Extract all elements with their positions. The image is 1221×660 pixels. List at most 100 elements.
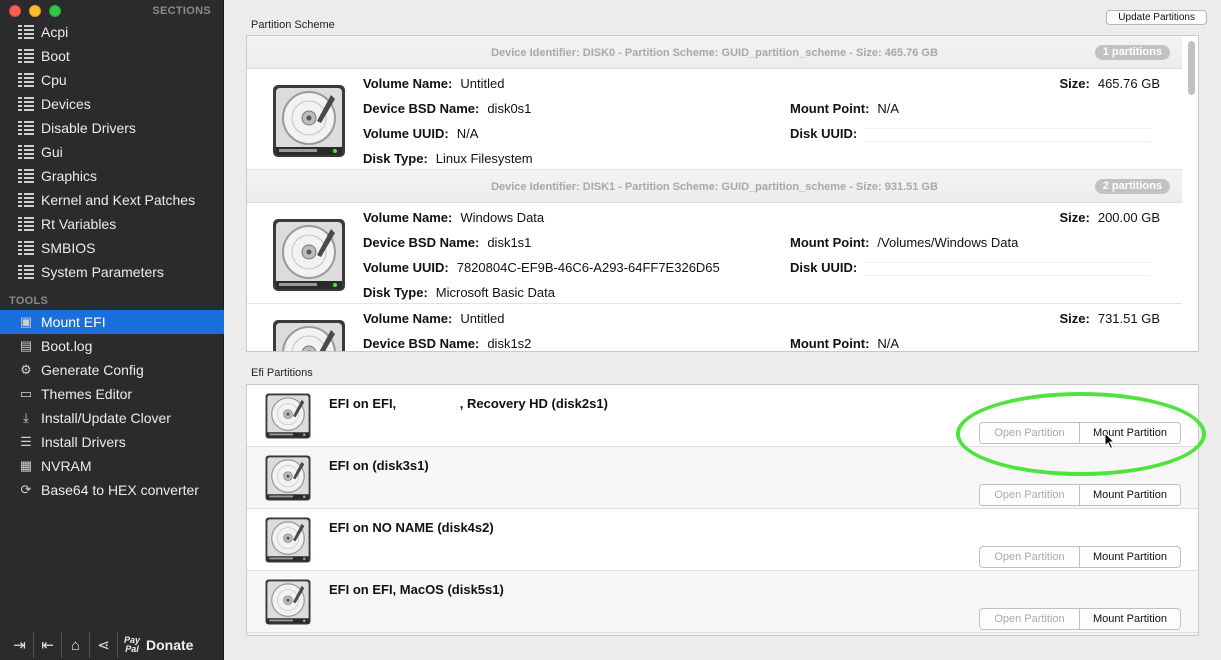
close-window-button[interactable] [9,5,21,17]
hard-disk-icon [273,219,345,291]
volume-row: Volume Name: Untitled Device BSD Name: disk… [247,304,1182,351]
efi-partition-title: EFI on NO NAME (disk4s2) [329,520,494,535]
mount-partition-button[interactable]: Mount Partition [1080,423,1180,443]
sidebar-item-label: Install Drivers [41,434,126,450]
open-partition-button[interactable]: Open Partition [980,485,1080,505]
mount-efi-icon: ▣ [19,314,33,329]
sidebar-item-install-drivers[interactable]: ☰ Install Drivers [0,430,224,454]
partition-action-buttons: Open Partition Mount Partition [979,484,1181,506]
sidebar: SECTIONS Acpi Boot Cpu Devices Disable Drive… [0,0,224,660]
sidebar-item-boot-log[interactable]: ▤ Boot.log [0,334,224,358]
mount-point-label: Mount Point: [790,101,870,116]
disk-type-label: Disk Type: [363,151,428,166]
disk-type-value: Microsoft Basic Data [435,285,555,300]
mount-partition-button[interactable]: Mount Partition [1080,547,1180,567]
sidebar-item-label: NVRAM [41,458,92,474]
volume-name: Volume Name: Untitled [363,76,504,91]
hard-disk-icon [265,455,311,501]
partition-scheme-scrollbar[interactable] [1187,41,1195,343]
document-icon: ▤ [19,338,33,353]
sidebar-item-label: Graphics [41,168,98,184]
sections-header: SECTIONS [152,5,211,17]
minimize-window-button[interactable] [29,5,41,17]
sidebar-item-system-parameters[interactable]: System Parameters [0,260,224,284]
mount-point-label: Mount Point: [790,336,870,351]
volume-name-label: Volume Name: [363,311,453,326]
open-partition-button[interactable]: Open Partition [980,547,1080,567]
sidebar-item-install-update-clover[interactable]: ⤓ Install/Update Clover [0,406,224,430]
sidebar-item-disable-drivers[interactable]: Disable Drivers [0,116,224,140]
convert-icon: ⟳ [20,482,32,497]
disk-uuid: Disk UUID: [790,126,1151,142]
hard-disk-icon [265,393,311,439]
share-button[interactable]: ⋖ [90,632,118,658]
sidebar-item-acpi[interactable]: Acpi [0,20,224,44]
update-partitions-button[interactable]: Update Partitions [1106,10,1207,25]
import-button[interactable]: ⇥ [6,632,34,658]
sidebar-item-boot[interactable]: Boot [0,44,224,68]
home-button[interactable]: ⌂ [62,632,90,658]
themes-icon: ▭ [19,386,33,401]
sidebar-item-smbios[interactable]: SMBIOS [0,236,224,260]
sidebar-item-label: Boot [41,48,70,64]
partition-scheme-panel[interactable]: Device Identifier: DISK0 - Partition Sch… [246,35,1199,352]
efi-partition-row: EFI on EFI, , Recovery HD (disk2s1) Open … [247,385,1198,447]
scrollbar-thumb[interactable] [1188,41,1195,95]
sidebar-item-graphics[interactable]: Graphics [0,164,224,188]
open-partition-button[interactable]: Open Partition [980,423,1080,443]
bsd-name: Device BSD Name: disk1s1 [363,235,531,250]
sidebar-item-cpu[interactable]: Cpu [0,68,224,92]
tools-list: ▣ Mount EFI ▤ Boot.log ⚙ Generate Config ▭ Them… [0,310,224,502]
redacted-value [865,127,1151,142]
size: Size: 200.00 GB [1060,210,1161,225]
volume-icon [269,215,349,300]
sidebar-item-rt-variables[interactable]: Rt Variables [0,212,224,236]
sidebar-item-label: Disable Drivers [41,120,136,136]
bsd-name-label: Device BSD Name: [363,101,480,116]
sidebar-item-base64-to-hex-converter[interactable]: ⟳ Base64 to HEX converter [0,478,224,502]
sidebar-item-themes-editor[interactable]: ▭ Themes Editor [0,382,224,406]
bsd-name: Device BSD Name: disk0s1 [363,101,531,116]
bsd-name-label: Device BSD Name: [363,336,480,351]
grid-list-icon [18,264,34,280]
mount-point: Mount Point: N/A [790,101,899,116]
mount-point-value: /Volumes/Windows Data [877,235,1019,250]
mount-partition-button[interactable]: Mount Partition [1080,609,1180,629]
grid-list-icon [18,24,34,40]
efi-partitions-list: EFI on EFI, , Recovery HD (disk2s1) Open … [247,385,1198,633]
disk-type-value: Linux Filesystem [435,151,533,166]
redacted-value [865,261,1151,276]
volume-name: Volume Name: Untitled [363,311,504,326]
sidebar-item-mount-efi[interactable]: ▣ Mount EFI [0,310,224,334]
partition-action-buttons: Open Partition Mount Partition [979,546,1181,568]
size-label: Size: [1059,311,1090,326]
bsd-name-value: disk1s1 [487,235,532,250]
partition-scheme-list: Device Identifier: DISK0 - Partition Sch… [247,36,1182,351]
efi-partition-row: EFI on EFI, MacOS (disk5s1) Open Partitio… [247,571,1198,633]
sidebar-item-kernel-and-kext-patches[interactable]: Kernel and Kext Patches [0,188,224,212]
export-button[interactable]: ⇤ [34,632,62,658]
disk-type-label: Disk Type: [363,285,428,300]
donate-label: Donate [146,637,194,653]
mount-partition-button[interactable]: Mount Partition [1080,485,1180,505]
efi-partitions-panel: EFI on EFI, , Recovery HD (disk2s1) Open … [246,384,1199,636]
volume-icon [269,316,349,351]
open-partition-button[interactable]: Open Partition [980,609,1080,629]
zoom-window-button[interactable] [49,5,61,17]
sidebar-item-devices[interactable]: Devices [0,92,224,116]
size: Size: 731.51 GB [1060,311,1161,326]
sidebar-item-generate-config[interactable]: ⚙ Generate Config [0,358,224,382]
hard-disk-icon [265,579,311,625]
grid-list-icon [18,192,34,208]
sidebar-item-gui[interactable]: Gui [0,140,224,164]
sidebar-item-label: System Parameters [41,264,164,280]
sidebar-item-label: Install/Update Clover [41,410,171,426]
bsd-name: Device BSD Name: disk1s2 [363,336,531,351]
sidebar-item-nvram[interactable]: ▦ NVRAM [0,454,224,478]
sidebar-item-label: Acpi [41,24,69,40]
volume-uuid: Volume UUID: N/A [363,126,478,141]
donate-button[interactable]: Pay Pal Donate [118,636,193,654]
sidebar-bottom-toolbar: ⇥ ⇤ ⌂ ⋖ Pay Pal Donate [0,630,224,660]
grid-list-icon [18,144,34,160]
hard-disk-icon [273,320,345,351]
